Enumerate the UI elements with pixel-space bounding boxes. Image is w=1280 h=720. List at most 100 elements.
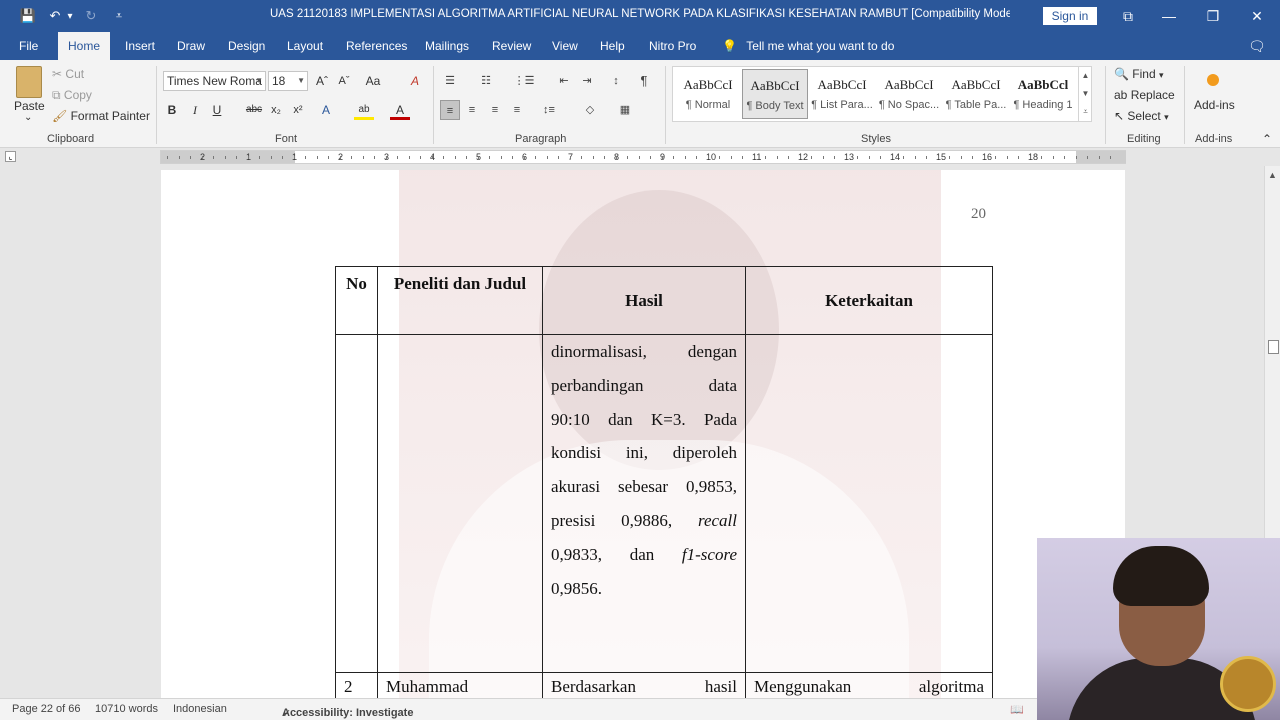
document-page[interactable]: 20 No Peneliti dan Judul Hasil Keterkait…	[161, 170, 1125, 698]
sign-in-button[interactable]: Sign in	[1043, 7, 1097, 25]
close-icon[interactable]: ✕	[1234, 0, 1280, 32]
tab-home[interactable]: Home	[58, 32, 111, 60]
font-family-select[interactable]: Times New Roma ▼	[163, 71, 266, 91]
addins-icon[interactable]	[1207, 74, 1219, 86]
customize-quick-access-icon[interactable]: ⩡	[110, 6, 128, 26]
ruler-tick	[1053, 156, 1054, 159]
superscript-button[interactable]: x²	[288, 100, 308, 120]
tab-selector-icon[interactable]: ⌞	[5, 151, 16, 162]
ruler-tick	[788, 156, 789, 159]
save-icon[interactable]: 💾	[18, 6, 38, 26]
tab-draw[interactable]: Draw	[167, 32, 215, 60]
bold-button[interactable]: B	[162, 100, 182, 120]
divider	[156, 66, 157, 144]
ruler-tick	[685, 156, 686, 159]
select-button[interactable]: ↖ Select ▾	[1114, 109, 1169, 123]
tab-view[interactable]: View	[542, 32, 588, 60]
tab-nitro-pro[interactable]: Nitro Pro	[639, 32, 706, 60]
font-size-select[interactable]: 18 ▼	[268, 71, 308, 91]
redo-icon[interactable]: ↻	[82, 6, 100, 26]
tab-insert[interactable]: Insert	[115, 32, 165, 60]
cell-no[interactable]: 2	[335, 672, 378, 698]
paste-button[interactable]: Paste	[14, 99, 45, 113]
scroll-up-icon[interactable]: ▲	[1268, 170, 1277, 180]
replace-button[interactable]: ab Replace	[1114, 88, 1175, 102]
cell-no[interactable]	[335, 334, 378, 673]
tab-layout[interactable]: Layout	[277, 32, 333, 60]
page-count[interactable]: Page 22 of 66	[12, 703, 81, 715]
shading-button[interactable]: ◇	[580, 100, 600, 120]
style-body-text[interactable]: AaBbCcI ¶ Body Text	[742, 69, 808, 119]
ribbon-display-options-icon[interactable]: ⧉	[1105, 0, 1151, 32]
undo-dropdown-icon[interactable]: ▾	[64, 6, 76, 26]
tab-file[interactable]: File	[9, 32, 48, 60]
style-no-spacing[interactable]: AaBbCcI ¶ No Spac...	[876, 69, 942, 119]
tab-design[interactable]: Design	[218, 32, 275, 60]
language-indicator[interactable]: Indonesian	[173, 703, 227, 715]
ruler-tick	[305, 156, 306, 159]
style-normal[interactable]: AaBbCcI ¶ Normal	[675, 69, 741, 119]
style-heading-1[interactable]: AaBbCcl ¶ Heading 1	[1010, 69, 1076, 119]
change-case-button[interactable]: Aa	[362, 71, 384, 91]
strikethrough-button[interactable]: abc	[244, 100, 264, 120]
literature-table[interactable]: No Peneliti dan Judul Hasil Keterkaitan …	[335, 266, 993, 698]
style-table-paragraph[interactable]: AaBbCcI ¶ Table Pa...	[943, 69, 1009, 119]
align-center-button[interactable]: ≡	[462, 100, 482, 120]
styles-gallery: AaBbCcI ¶ Normal AaBbCcI ¶ Body Text AaBbC…	[672, 66, 1092, 122]
cell-keterkaitan[interactable]	[745, 334, 993, 673]
underline-button[interactable]: U	[207, 100, 227, 120]
word-count[interactable]: 10710 words	[95, 703, 158, 715]
cell-peneliti[interactable]	[377, 334, 543, 673]
tab-mailings[interactable]: Mailings	[415, 32, 479, 60]
justify-button[interactable]: ≡	[507, 100, 527, 120]
tab-references[interactable]: References	[336, 32, 417, 60]
addins-button[interactable]: Add-ins	[1194, 98, 1235, 112]
undo-icon[interactable]: ↶	[46, 6, 64, 26]
line-spacing-button[interactable]: ↕≡	[537, 100, 561, 120]
restore-icon[interactable]: ❐	[1190, 0, 1236, 32]
tab-review[interactable]: Review	[482, 32, 541, 60]
highlight-color-button[interactable]: ab	[354, 100, 374, 120]
ruler-tick	[535, 156, 536, 159]
cell-hasil[interactable]: dinormalisasi, dengan perbandingan data …	[542, 334, 746, 673]
horizontal-ruler[interactable]: 211234567891011121314151618	[160, 150, 1126, 164]
clear-formatting-button[interactable]: A	[405, 71, 425, 91]
decrease-indent-button[interactable]: ⇤	[554, 71, 574, 91]
increase-indent-button[interactable]: ⇥	[577, 71, 597, 91]
ruler-tick	[167, 156, 168, 159]
copy-button[interactable]: ⧉ Copy	[52, 88, 92, 103]
multilevel-list-button[interactable]: ⋮☰	[512, 71, 536, 91]
scrollbar-thumb[interactable]	[1268, 340, 1279, 354]
cell-hasil[interactable]: Berdasarkan hasil	[542, 672, 746, 698]
style-list-paragraph[interactable]: AaBbCcI ¶ List Para...	[809, 69, 875, 119]
italic-button[interactable]: I	[185, 100, 205, 120]
numbering-button[interactable]: ☷	[476, 71, 496, 91]
comments-icon[interactable]: 🗨	[1238, 32, 1276, 60]
paste-dropdown-icon[interactable]: ⌄	[24, 112, 32, 123]
grow-font-button[interactable]: Aˆ	[312, 71, 332, 91]
align-right-button[interactable]: ≡	[485, 100, 505, 120]
cut-button[interactable]: ✂ Cut	[52, 67, 84, 81]
tell-me-search[interactable]: 💡 Tell me what you want to do	[722, 32, 894, 60]
style-name: ¶ Normal	[685, 99, 731, 111]
font-color-button[interactable]: A	[390, 100, 410, 120]
tab-help[interactable]: Help	[590, 32, 635, 60]
text-effects-button[interactable]: A	[316, 100, 336, 120]
sort-button[interactable]: ↕	[606, 71, 626, 91]
shrink-font-button[interactable]: Aˇ	[334, 71, 354, 91]
collapse-ribbon-icon[interactable]: ⌃	[1262, 132, 1272, 146]
format-painter-button[interactable]: 🖌 Format Painter	[52, 109, 150, 123]
bullets-button[interactable]: ☰	[440, 71, 460, 91]
find-button[interactable]: 🔍 Find ▾	[1114, 67, 1164, 81]
minimize-icon[interactable]: —	[1146, 0, 1192, 32]
borders-button[interactable]: ▦	[615, 100, 635, 120]
style-name: ¶ Body Text	[746, 100, 804, 112]
show-formatting-marks-button[interactable]: ¶	[634, 71, 654, 91]
styles-scroll-buttons[interactable]: ▲ ▼ ⩡	[1078, 67, 1092, 121]
paste-icon[interactable]	[16, 66, 42, 98]
align-left-button[interactable]: ≡	[440, 100, 460, 120]
read-mode-icon[interactable]: 📖	[1010, 703, 1024, 716]
subscript-button[interactable]: x₂	[266, 100, 286, 120]
cell-keterkaitan[interactable]: Menggunakan algoritma	[745, 672, 993, 698]
cell-peneliti[interactable]: Muhammad	[377, 672, 543, 698]
